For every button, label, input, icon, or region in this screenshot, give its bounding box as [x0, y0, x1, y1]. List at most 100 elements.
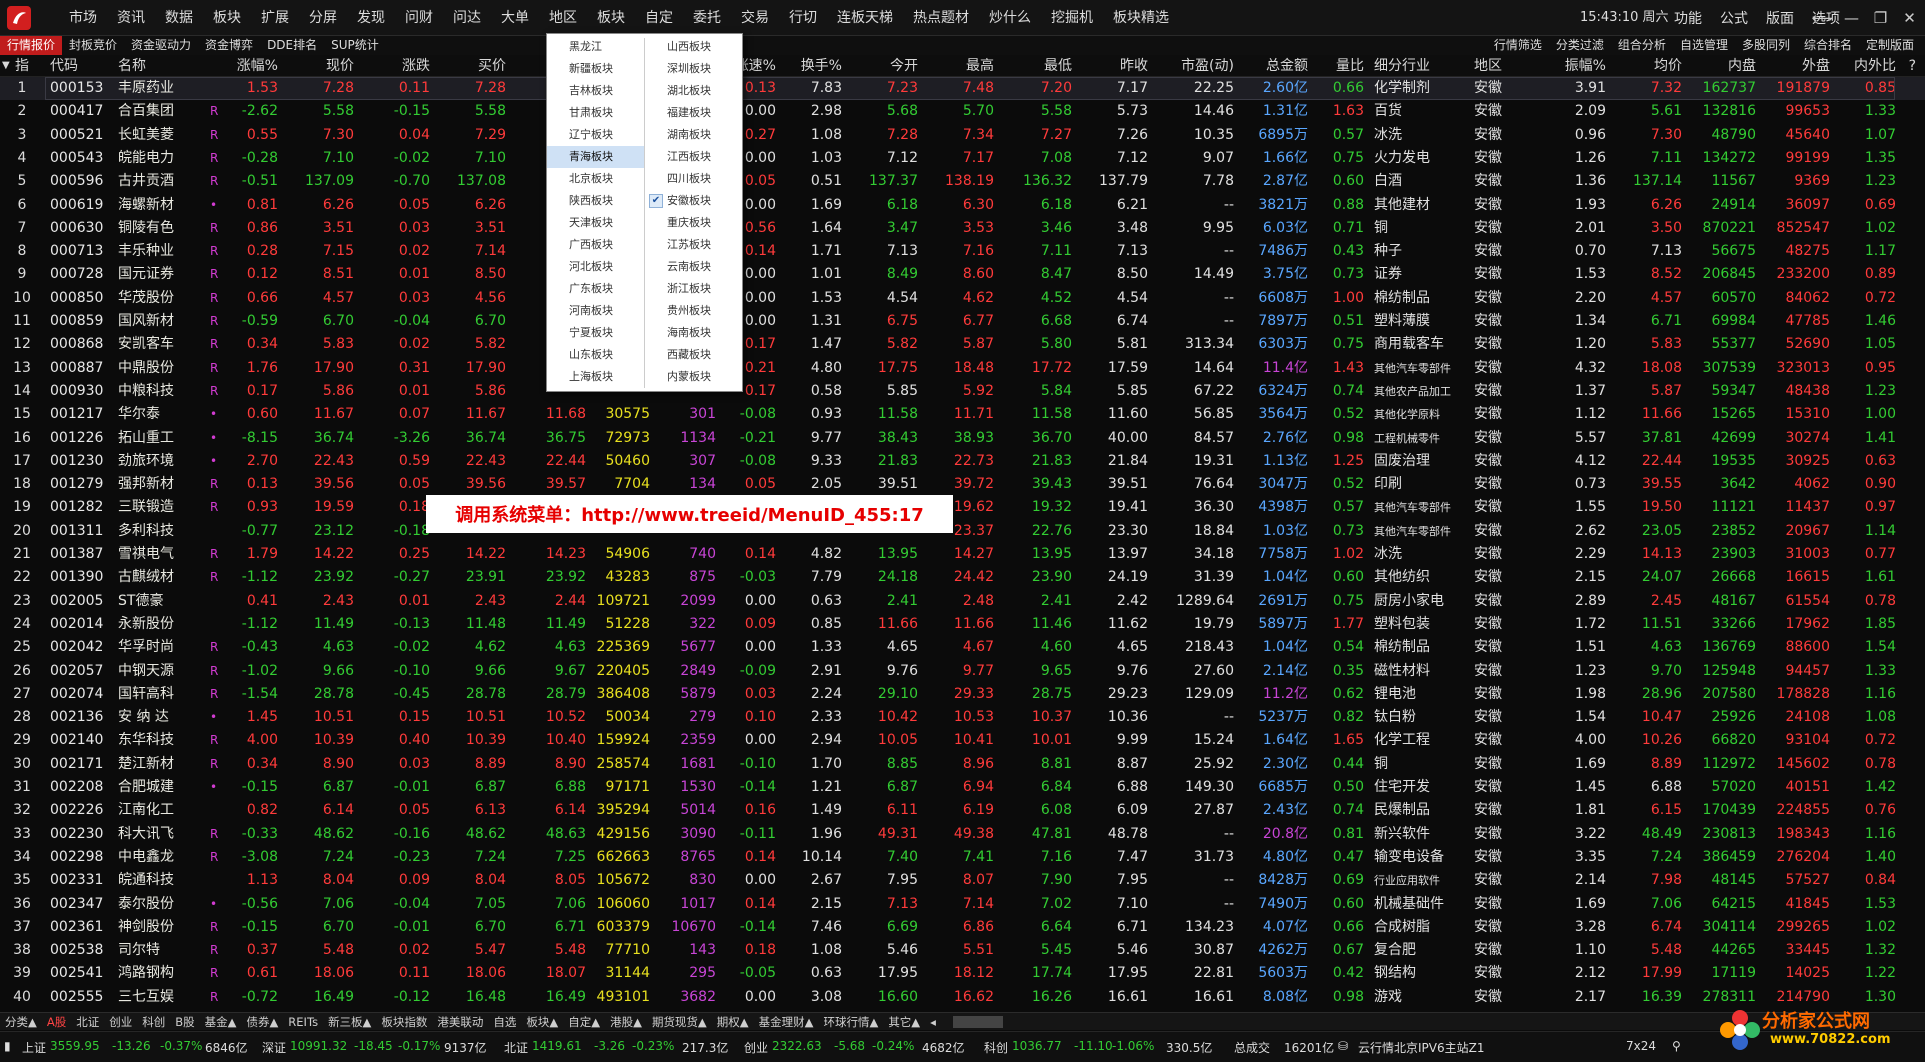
table-row[interactable]: 24 002014 永新股份 -1.12 11.49 -0.13 11.48 11.49 512… — [0, 613, 1925, 636]
column-header-amp[interactable]: 振幅% — [1540, 55, 1606, 77]
table-row[interactable]: 1 000153 丰原药业 1.53 7.28 0.11 7.28 0.13 7.83 7.23 7… — [0, 77, 1925, 100]
table-row[interactable]: 10 000850 华茂股份 R 0.66 4.57 0.03 4.56 0.00 1.53 4.5… — [0, 287, 1925, 310]
table-row[interactable]: 40 002555 三七互娱 R -0.72 16.49 -0.12 16.48 16.49 49… — [0, 986, 1925, 1009]
table-row[interactable]: 20 001311 多利科技 -0.77 23.12 -0.18 23.37 22.76 23.… — [0, 520, 1925, 543]
table-row[interactable]: 26 002057 中钢天源 R -1.02 9.66 -0.10 9.66 9.67 22040… — [0, 660, 1925, 683]
restore-icon[interactable]: ❐ — [1866, 9, 1895, 27]
table-row[interactable]: 19 001282 三联锻造 R 0.93 19.59 0.18 19.62 19.32 19.4… — [0, 496, 1925, 519]
market-tab[interactable]: REITs — [283, 1013, 323, 1031]
dropdown-item[interactable]: 浙江板块 — [645, 278, 743, 300]
menu-item[interactable]: 发现 — [347, 0, 395, 36]
table-row[interactable]: 32 002226 江南化工 0.82 6.14 0.05 6.13 6.14 395294 50… — [0, 799, 1925, 822]
dropdown-item[interactable]: 湖北板块 — [645, 80, 743, 102]
dropdown-item[interactable]: 广西板块 — [547, 234, 645, 256]
menu-item[interactable]: 行切 — [779, 0, 827, 36]
dropdown-item[interactable]: 深圳板块 — [645, 58, 743, 80]
dropdown-item[interactable]: 河南板块 — [547, 300, 645, 322]
column-header-reg[interactable]: 地区 — [1474, 55, 1514, 77]
server-icon[interactable]: ⛁ — [1338, 1039, 1348, 1053]
column-header-code[interactable]: 代码 — [50, 55, 112, 77]
table-row[interactable]: 9 000728 国元证券 R 0.12 8.51 0.01 8.50 0.00 1.01 8.49… — [0, 263, 1925, 286]
market-tab[interactable]: A股 — [42, 1013, 71, 1031]
dropdown-item[interactable]: 河北板块 — [547, 256, 645, 278]
table-row[interactable]: 37 002361 神剑股份 R -0.15 6.70 -0.01 6.70 6.71 60337… — [0, 916, 1925, 939]
market-tab[interactable]: 港股▲ — [605, 1013, 647, 1031]
function-tab[interactable]: 行情报价 — [0, 36, 63, 55]
column-header-open[interactable]: 今开 — [846, 55, 918, 77]
column-header-price[interactable]: 现价 — [282, 55, 354, 77]
dropdown-item[interactable]: 广东板块 — [547, 278, 645, 300]
dropdown-item[interactable]: 陕西板块 — [547, 190, 645, 212]
back-arrow-icon[interactable]: ⟵ — [1808, 9, 1837, 27]
table-row[interactable]: 22 001390 古麒绒材 R -1.12 23.92 -0.27 23.91 23.92 43… — [0, 566, 1925, 589]
menu-item[interactable]: 挖掘机 — [1041, 0, 1103, 36]
scroll-left-icon[interactable]: ◂ — [925, 1013, 941, 1031]
dropdown-item[interactable]: 青海板块 — [547, 146, 645, 168]
help-icon[interactable]: ? — [1900, 55, 1916, 77]
column-header-low[interactable]: 最低 — [998, 55, 1072, 77]
market-tab[interactable]: 科创 — [137, 1013, 170, 1031]
table-row[interactable]: 2 000417 合百集团 R -2.62 5.58 -0.15 5.58 0.00 2.98 5.… — [0, 100, 1925, 123]
dropdown-item[interactable]: 湖南板块 — [645, 124, 743, 146]
minimize-icon[interactable]: — — [1837, 9, 1866, 27]
dropdown-item[interactable]: 黑龙江 — [547, 36, 645, 58]
table-row[interactable]: 14 000930 中粮科技 R 0.17 5.86 0.01 5.86 0.17 0.58 5.8… — [0, 380, 1925, 403]
menu-item[interactable]: 委托 — [683, 0, 731, 36]
sort-arrow-icon[interactable]: ▼ — [2, 55, 14, 77]
table-row[interactable]: 31 002208 合肥城建 • -0.15 6.87 -0.01 6.87 6.88 97171… — [0, 776, 1925, 799]
column-header-chg[interactable]: 涨跌 — [358, 55, 430, 77]
dropdown-item[interactable]: 福建板块 — [645, 102, 743, 124]
dropdown-item[interactable]: ✔ 安徽板块 — [645, 190, 743, 212]
market-tab[interactable]: 创业 — [104, 1013, 137, 1031]
dropdown-item[interactable]: 贵州板块 — [645, 300, 743, 322]
dropdown-item[interactable]: 重庆板块 — [645, 212, 743, 234]
dropdown-item[interactable]: 新疆板块 — [547, 58, 645, 80]
table-row[interactable]: 18 001279 强邦新材 R 0.13 39.56 0.05 39.56 39.57 7704… — [0, 473, 1925, 496]
menu-item[interactable]: 问达 — [443, 0, 491, 36]
dropdown-item[interactable]: 辽宁板块 — [547, 124, 645, 146]
column-header-io[interactable]: 内外比 — [1834, 55, 1896, 77]
column-header-pct[interactable]: 涨幅% — [222, 55, 278, 77]
table-row[interactable]: 38 002538 司尔特 R 0.37 5.48 0.02 5.47 5.48 77710 143… — [0, 939, 1925, 962]
market-tab[interactable]: 自选 — [488, 1013, 521, 1031]
market-tab[interactable]: 板块指数 — [376, 1013, 432, 1031]
menu-item[interactable]: 分屏 — [299, 0, 347, 36]
column-header-high[interactable]: 最高 — [922, 55, 994, 77]
dropdown-item[interactable]: 天津板块 — [547, 212, 645, 234]
function-tab-right[interactable]: 分类过滤 — [1549, 36, 1611, 55]
table-row[interactable]: 28 002136 安 纳 达 • 1.45 10.51 0.15 10.51 10.52 500… — [0, 706, 1925, 729]
search-icon[interactable]: ⚲ — [1672, 1039, 1681, 1053]
close-icon[interactable]: ✕ — [1895, 9, 1924, 27]
market-tab[interactable]: 自定▲ — [563, 1013, 605, 1031]
menu-item[interactable]: 炒什么 — [979, 0, 1041, 36]
table-row[interactable]: 36 002347 泰尔股份 • -0.56 7.06 -0.04 7.05 7.06 10606… — [0, 893, 1925, 916]
column-header-ind[interactable]: 细分行业 — [1374, 55, 1474, 77]
table-row[interactable]: 7 000630 铜陵有色 R 0.86 3.51 0.03 3.51 0.56 1.64 3.47… — [0, 217, 1925, 240]
dropdown-item[interactable]: 北京板块 — [547, 168, 645, 190]
menu-item[interactable]: 市场 — [59, 0, 107, 36]
market-tab[interactable]: 期货现货▲ — [647, 1013, 712, 1031]
table-row[interactable]: 25 002042 华孚时尚 R -0.43 4.63 -0.02 4.62 4.63 22536… — [0, 636, 1925, 659]
column-header-prev[interactable]: 昨收 — [1076, 55, 1148, 77]
table-row[interactable]: 5 000596 古井贡酒 R -0.51 137.09 -0.70 137.08 0.05 0.… — [0, 170, 1925, 193]
market-tab[interactable]: 期权▲ — [712, 1013, 754, 1031]
menu-item[interactable]: 自定 — [635, 0, 683, 36]
function-tab[interactable]: 资金博弈 — [198, 36, 260, 55]
column-header-name[interactable]: 名称 — [118, 55, 200, 77]
menu-item[interactable]: 板块 — [587, 0, 635, 36]
app-logo-icon[interactable] — [3, 2, 35, 34]
function-tab[interactable]: 资金驱动力 — [124, 36, 198, 55]
dropdown-item[interactable]: 宁夏板块 — [547, 322, 645, 344]
table-row[interactable]: 4 000543 皖能电力 R -0.28 7.10 -0.02 7.10 0.00 1.03 7.… — [0, 147, 1925, 170]
right-menu-item[interactable]: 功能 — [1665, 8, 1711, 28]
market-tab[interactable]: 分类▲ — [0, 1013, 42, 1031]
function-tab-right[interactable]: 自选管理 — [1673, 36, 1735, 55]
column-header-avg[interactable]: 均价 — [1610, 55, 1682, 77]
function-tab[interactable]: SUP统计 — [324, 36, 386, 55]
menu-item[interactable]: 问财 — [395, 0, 443, 36]
dropdown-item[interactable]: 甘肃板块 — [547, 102, 645, 124]
table-row[interactable]: 39 002541 鸿路钢构 R 0.61 18.06 0.11 18.06 18.07 3114… — [0, 962, 1925, 985]
function-tab-right[interactable]: 定制版面 — [1859, 36, 1921, 55]
dropdown-item[interactable]: 江西板块 — [645, 146, 743, 168]
menu-item[interactable]: 地区 — [539, 0, 587, 36]
